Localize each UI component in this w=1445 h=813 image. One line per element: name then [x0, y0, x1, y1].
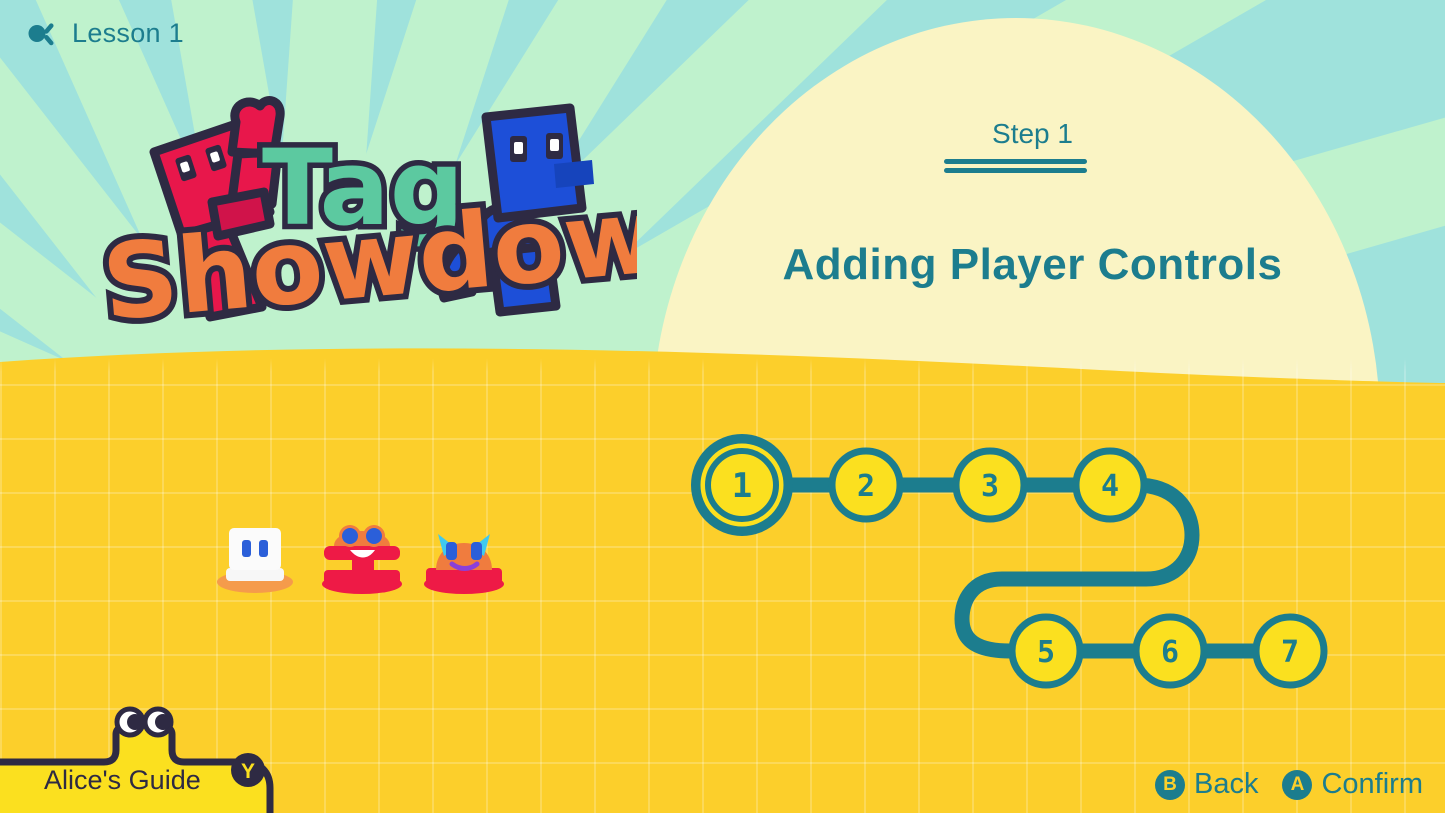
step-label: Step 1: [992, 118, 1073, 149]
progress-node-6-label: 6: [1161, 635, 1179, 670]
progress-node-1-label: 1: [732, 466, 752, 506]
progress-node-3-label: 3: [981, 469, 999, 504]
lesson-progress-path: 1 2 3 4 5 6 7: [691, 434, 1328, 689]
white-robot-sprite: [217, 528, 293, 593]
lesson-indicator: Lesson 1: [26, 16, 184, 50]
guide-y-button-label: Y: [241, 760, 255, 783]
progress-node-1[interactable]: 1: [691, 434, 793, 536]
character-sprites: [217, 525, 504, 594]
progress-node-5-label: 5: [1037, 635, 1055, 670]
alice-guide-label: Alice's Guide: [44, 765, 201, 795]
progress-node-4[interactable]: 4: [1072, 447, 1148, 523]
b-button-badge: B: [1155, 769, 1185, 800]
confirm-button[interactable]: A Confirm: [1282, 768, 1423, 801]
footer-buttons: B Back A Confirm: [1155, 768, 1423, 801]
a-button-badge: A: [1282, 769, 1313, 800]
progress-node-2[interactable]: 2: [828, 447, 904, 523]
progress-node-5[interactable]: 5: [1008, 613, 1084, 689]
angry-creature-sprite: [424, 534, 504, 594]
guide-y-button-badge[interactable]: Y: [231, 753, 265, 787]
red-creature-sprite: [322, 525, 402, 594]
back-button-label: Back: [1194, 768, 1259, 800]
progress-node-3[interactable]: 3: [952, 447, 1028, 523]
progress-node-7-label: 7: [1281, 635, 1299, 670]
progress-node-4-label: 4: [1101, 469, 1119, 504]
confirm-button-label: Confirm: [1321, 768, 1423, 800]
lesson-label: Lesson 1: [72, 17, 184, 48]
progress-node-2-label: 2: [857, 469, 875, 504]
step-label-row: Step 1: [0, 118, 1445, 150]
step-title-row: Adding Player Controls: [0, 240, 1445, 290]
progress-node-7[interactable]: 7: [1252, 613, 1328, 689]
step-divider: [944, 159, 1087, 173]
progress-node-6[interactable]: 6: [1132, 613, 1208, 689]
back-button[interactable]: B Back: [1155, 768, 1258, 801]
page-title: Adding Player Controls: [782, 240, 1283, 289]
alice-guide-tab[interactable]: Y: [0, 700, 292, 813]
dot-spark-icon: [28, 23, 54, 46]
game-screen: Lesson 1 Tag Showdown Step 1 Adding Play…: [0, 0, 1445, 813]
